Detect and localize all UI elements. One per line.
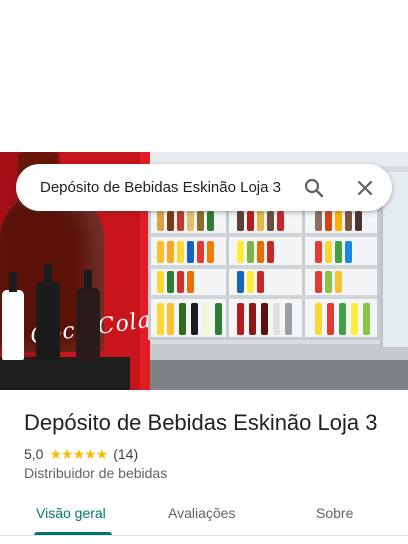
rating-row[interactable]: 5,0 ★★★★★ (14): [24, 445, 138, 463]
place-category[interactable]: Distribuidor de bebidas: [24, 465, 167, 481]
photo-liquor-bottle: [2, 272, 24, 360]
rating-score: 5,0: [24, 446, 44, 462]
photo-liquor-bottle: [76, 270, 100, 360]
photo-liquor-bottle: [36, 264, 60, 360]
photo-drink-cooler: [148, 200, 380, 340]
tab-reviews[interactable]: Avaliações: [168, 505, 235, 521]
photo-liquor-shelf: [0, 357, 130, 390]
map-area-blank: [0, 0, 408, 152]
tab-overview[interactable]: Visão geral: [36, 505, 106, 521]
rating-stars: ★★★★★: [49, 445, 108, 462]
search-bar[interactable]: Depósito de Bebidas Eskinão Loja 3: [16, 164, 392, 211]
review-count[interactable]: (14): [113, 446, 138, 462]
tabs-divider: [0, 535, 408, 536]
photo-cooler-base: [140, 344, 408, 360]
close-icon[interactable]: [353, 176, 377, 200]
search-query-text[interactable]: Depósito de Bebidas Eskinão Loja 3: [40, 179, 281, 196]
search-icon[interactable]: [302, 176, 326, 200]
photo-floor: [130, 356, 408, 390]
place-tabs: Visão geral Avaliações Sobre: [0, 495, 408, 539]
tab-about[interactable]: Sobre: [316, 505, 353, 521]
place-title: Depósito de Bebidas Eskinão Loja 3: [24, 410, 378, 435]
